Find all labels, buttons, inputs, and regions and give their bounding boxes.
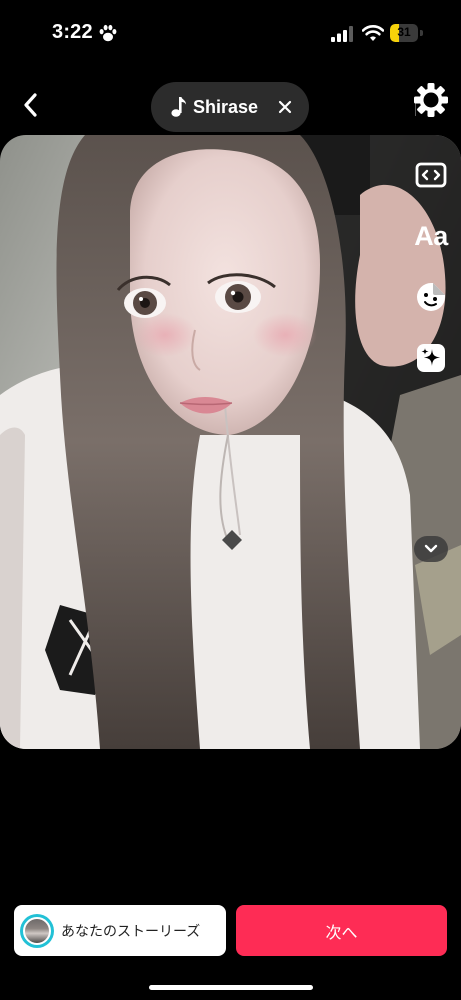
music-note-icon (171, 97, 186, 117)
aspect-ratio-button[interactable] (411, 155, 451, 195)
sticker-icon (417, 283, 445, 311)
next-button[interactable]: 次へ (236, 905, 447, 956)
home-indicator[interactable] (149, 985, 313, 990)
status-time: 3:22 (52, 21, 93, 43)
back-arrow-icon (24, 93, 37, 117)
sound-pill[interactable]: Shirase (151, 82, 416, 132)
more-tools-button[interactable] (414, 536, 448, 562)
aspect-ratio-icon (415, 162, 447, 188)
back-button[interactable] (14, 88, 48, 122)
battery-icon: 31 (390, 24, 424, 42)
wifi-icon (362, 25, 384, 41)
signal-icon (331, 26, 353, 42)
gear-icon[interactable] (413, 82, 449, 118)
effects-sparkle-icon (417, 344, 445, 372)
effects-button[interactable] (411, 338, 451, 378)
close-icon (278, 100, 292, 114)
sound-name: Shirase (193, 96, 259, 117)
avatar (20, 913, 54, 948)
next-label: 次へ (325, 922, 358, 942)
your-stories-label: あなたのストーリーズ (61, 923, 201, 940)
sticker-button[interactable] (411, 277, 451, 317)
chevron-down-icon (424, 544, 438, 553)
remove-sound-button[interactable] (273, 95, 297, 119)
status-bar: 3:22 31 (0, 0, 461, 70)
your-stories-button[interactable]: あなたのストーリーズ (14, 905, 226, 956)
selfie-photo (0, 135, 461, 749)
photo-preview[interactable]: Aa (0, 135, 461, 749)
text-tool-button[interactable]: Aa (411, 216, 451, 256)
battery-percentage: 31 (397, 25, 411, 39)
text-tool-label: Aa (414, 220, 448, 251)
paw-icon (99, 24, 117, 42)
